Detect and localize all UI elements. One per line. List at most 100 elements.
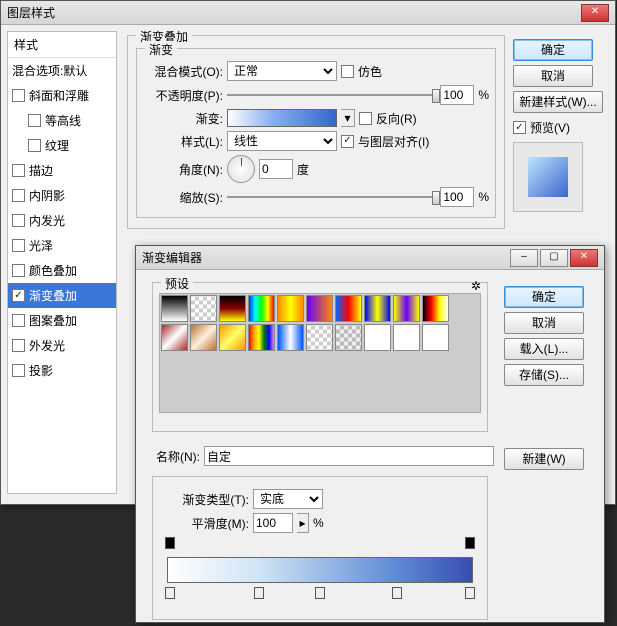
editor-load-button[interactable]: 载入(L)... (504, 338, 584, 360)
gradient-type-select[interactable]: 实底 (253, 489, 323, 509)
style-item-9[interactable]: 图案叠加 (8, 308, 116, 333)
preset-swatch[interactable] (335, 295, 362, 322)
preset-swatch[interactable] (190, 324, 217, 351)
preview-label: 预览(V) (530, 119, 570, 136)
style-item-6[interactable]: 光泽 (8, 233, 116, 258)
editor-save-button[interactable]: 存储(S)... (504, 364, 584, 386)
preset-swatch[interactable] (393, 324, 420, 351)
preset-swatch[interactable] (364, 295, 391, 322)
style-item-2[interactable]: 纹理 (8, 133, 116, 158)
preset-swatch[interactable] (219, 295, 246, 322)
reverse-label: 反向(R) (376, 110, 417, 127)
align-label: 与图层对齐(I) (358, 133, 429, 150)
style-item-label: 图案叠加 (29, 312, 77, 329)
ok-button[interactable]: 确定 (513, 39, 593, 61)
preset-swatch[interactable] (422, 295, 449, 322)
preset-swatch[interactable] (219, 324, 246, 351)
dither-checkbox[interactable] (341, 65, 354, 78)
maximize-icon[interactable]: ▢ (540, 249, 568, 267)
preset-swatch[interactable] (161, 295, 188, 322)
preset-swatch[interactable] (248, 295, 275, 322)
editor-cancel-button[interactable]: 取消 (504, 312, 584, 334)
editor-new-button[interactable]: 新建(W) (504, 448, 584, 470)
style-item-checkbox[interactable] (12, 239, 25, 252)
new-style-button[interactable]: 新建样式(W)... (513, 91, 603, 113)
style-item-label: 颜色叠加 (29, 262, 77, 279)
blend-mode-label: 混合模式(O): (143, 63, 223, 80)
preset-swatch[interactable] (393, 295, 420, 322)
chevron-down-icon[interactable]: ▾ (341, 109, 355, 127)
style-item-checkbox[interactable] (12, 264, 25, 277)
style-item-3[interactable]: 描边 (8, 158, 116, 183)
cancel-button[interactable]: 取消 (513, 65, 593, 87)
style-item-1[interactable]: 等高线 (8, 108, 116, 133)
style-item-checkbox[interactable] (12, 89, 25, 102)
style-item-checkbox[interactable] (12, 189, 25, 202)
preset-swatch[interactable] (422, 324, 449, 351)
style-item-checkbox[interactable] (12, 164, 25, 177)
align-checkbox[interactable] (341, 135, 354, 148)
minimize-icon[interactable]: – (510, 249, 538, 267)
layer-style-titlebar: 图层样式 ✕ (1, 1, 615, 25)
reverse-checkbox[interactable] (359, 112, 372, 125)
preview-checkbox[interactable] (513, 121, 526, 134)
chevron-down-icon[interactable]: ▸ (297, 513, 309, 533)
style-item-checkbox[interactable] (12, 214, 25, 227)
preset-swatch[interactable] (364, 324, 391, 351)
angle-input[interactable] (259, 159, 293, 179)
style-list-header: 样式 (8, 32, 116, 58)
style-item-7[interactable]: 颜色叠加 (8, 258, 116, 283)
style-item-label: 内阴影 (29, 187, 65, 204)
gear-icon[interactable]: ✲ (471, 279, 481, 293)
style-item-10[interactable]: 外发光 (8, 333, 116, 358)
opacity-stops-row[interactable] (167, 537, 473, 551)
style-item-8[interactable]: 渐变叠加 (8, 283, 116, 308)
blending-options-label: 混合选项:默认 (12, 62, 87, 79)
editor-ok-button[interactable]: 确定 (504, 286, 584, 308)
style-item-0[interactable]: 斜面和浮雕 (8, 83, 116, 108)
preset-grid[interactable] (159, 293, 481, 413)
style-item-label: 光泽 (29, 237, 53, 254)
smoothness-input[interactable] (253, 513, 293, 533)
preset-swatch[interactable] (190, 295, 217, 322)
scale-slider[interactable] (227, 191, 436, 203)
preset-swatch[interactable] (306, 295, 333, 322)
gradient-editor-title: 渐变编辑器 (142, 249, 510, 266)
gradient-editor-window: 渐变编辑器 – ▢ ✕ 预设 ✲ 名称(N): 渐变类型(T): 实底 (135, 245, 605, 623)
blending-options-row[interactable]: 混合选项:默认 (8, 58, 116, 83)
blend-mode-select[interactable]: 正常 (227, 61, 337, 81)
style-item-checkbox[interactable] (28, 139, 41, 152)
color-stops-row[interactable] (167, 587, 473, 601)
style-item-label: 渐变叠加 (29, 287, 77, 304)
style-item-checkbox[interactable] (28, 114, 41, 127)
style-item-checkbox[interactable] (12, 289, 25, 302)
style-list: 样式 混合选项:默认 斜面和浮雕等高线纹理描边内阴影内发光光泽颜色叠加渐变叠加图… (7, 31, 117, 494)
style-item-5[interactable]: 内发光 (8, 208, 116, 233)
gradient-bar[interactable] (167, 557, 473, 583)
angle-label: 角度(N): (143, 161, 223, 178)
angle-dial[interactable] (227, 155, 255, 183)
gradient-style-select[interactable]: 线性 (227, 131, 337, 151)
style-item-4[interactable]: 内阴影 (8, 183, 116, 208)
preset-swatch[interactable] (277, 295, 304, 322)
name-input[interactable] (204, 446, 494, 466)
close-icon[interactable]: ✕ (570, 249, 598, 267)
style-item-label: 描边 (29, 162, 53, 179)
close-icon[interactable]: ✕ (581, 4, 609, 22)
preset-swatch[interactable] (277, 324, 304, 351)
style-item-checkbox[interactable] (12, 339, 25, 352)
preset-swatch[interactable] (248, 324, 275, 351)
style-item-11[interactable]: 投影 (8, 358, 116, 383)
scale-input[interactable] (440, 187, 474, 207)
opacity-slider[interactable] (227, 89, 436, 101)
opacity-input[interactable] (440, 85, 474, 105)
gradient-picker[interactable] (227, 109, 337, 127)
preset-swatch[interactable] (335, 324, 362, 351)
preset-swatch[interactable] (161, 324, 188, 351)
presets-legend: 预设 (161, 275, 193, 292)
style-item-label: 等高线 (45, 112, 81, 129)
style-item-checkbox[interactable] (12, 364, 25, 377)
style-item-checkbox[interactable] (12, 314, 25, 327)
preset-swatch[interactable] (306, 324, 333, 351)
style-label: 样式(L): (143, 133, 223, 150)
